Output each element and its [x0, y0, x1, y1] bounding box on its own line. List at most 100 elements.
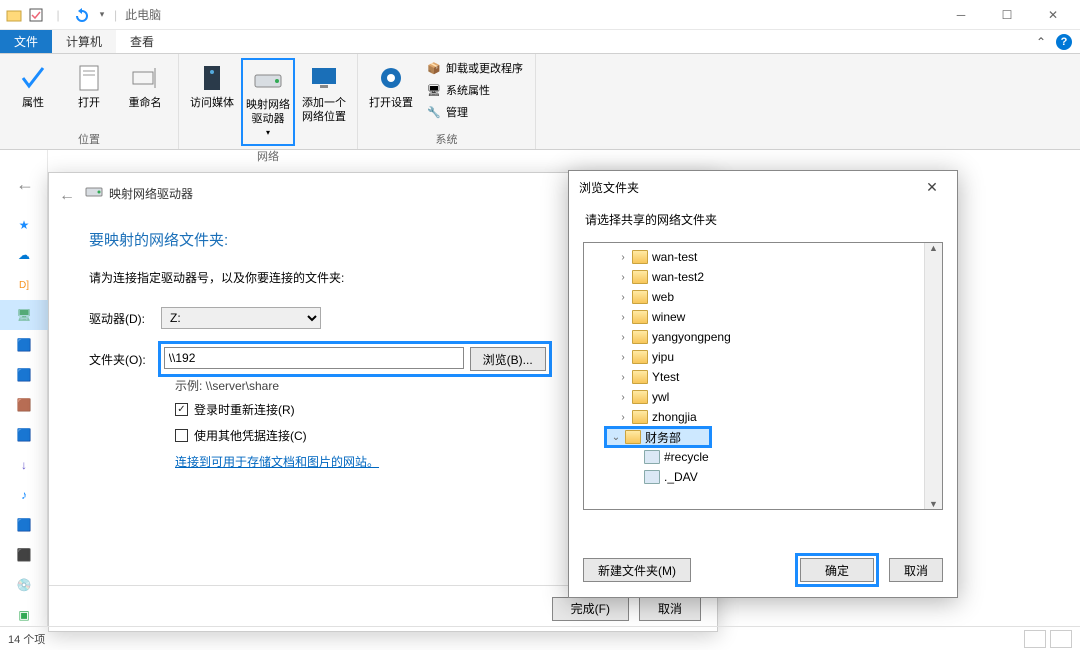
- ok-button[interactable]: 确定: [800, 558, 874, 582]
- scroll-up-icon[interactable]: ▲: [929, 243, 938, 253]
- tree-item[interactable]: ›winew: [584, 307, 924, 327]
- nav-item-icon[interactable]: ♪: [0, 480, 48, 510]
- scroll-down-icon[interactable]: ▼: [929, 499, 938, 509]
- statusbar: 14 个项: [0, 626, 1080, 650]
- nav-item-icon[interactable]: 🟦: [0, 360, 48, 390]
- scrollbar[interactable]: ▲▼: [924, 243, 942, 509]
- chevron-right-icon[interactable]: ›: [618, 332, 628, 343]
- folder-input[interactable]: [164, 347, 464, 369]
- undo-icon[interactable]: [70, 5, 90, 25]
- minimize-button[interactable]: ─: [938, 0, 984, 30]
- folder-input-group: 浏览(B)...: [158, 341, 552, 377]
- chevron-right-icon[interactable]: ›: [618, 312, 628, 323]
- nav-item-icon[interactable]: ⬛: [0, 540, 48, 570]
- sys-props-button[interactable]: 🖥系统属性: [420, 80, 529, 100]
- nav-item-icon[interactable]: ↓: [0, 450, 48, 480]
- other-creds-checkbox[interactable]: 使用其他凭据连接(C): [175, 427, 307, 444]
- folder-icon: [4, 5, 24, 25]
- chevron-right-icon[interactable]: ›: [618, 412, 628, 423]
- tree-item[interactable]: ›Ytest: [584, 367, 924, 387]
- checkbox-icon[interactable]: [26, 5, 46, 25]
- chevron-right-icon[interactable]: ›: [618, 352, 628, 363]
- reconnect-checkbox[interactable]: 登录时重新连接(R): [175, 401, 295, 418]
- wizard-heading: 要映射的网络文件夹:: [89, 229, 228, 250]
- rename-icon: [129, 62, 161, 94]
- cancel-button[interactable]: 取消: [889, 558, 943, 582]
- close-button[interactable]: ✕: [1030, 0, 1076, 30]
- ribbon-tabs: 文件 计算机 查看 ⌃ ?: [0, 30, 1080, 54]
- finish-button[interactable]: 完成(F): [552, 597, 629, 621]
- chevron-right-icon[interactable]: ›: [618, 292, 628, 303]
- dialog-title: 浏览文件夹: [579, 179, 639, 196]
- folder-icon: [632, 250, 648, 264]
- maximize-button[interactable]: ☐: [984, 0, 1030, 30]
- tree-item[interactable]: ›zhongjia: [584, 407, 924, 427]
- view-large-icon[interactable]: [1050, 630, 1072, 648]
- collapse-ribbon-icon[interactable]: ⌃: [1032, 33, 1050, 51]
- quick-access-toolbar: | ▾ |: [4, 5, 117, 25]
- nav-item-icon[interactable]: D]: [0, 270, 48, 300]
- open-settings-button[interactable]: 打开设置: [364, 58, 418, 129]
- thispc-icon[interactable]: 🖥: [0, 300, 48, 330]
- box-icon: 📦: [426, 60, 442, 76]
- folder-icon: [632, 330, 648, 344]
- folder-icon: [632, 270, 648, 284]
- nav-item-icon[interactable]: 🟫: [0, 390, 48, 420]
- properties-button[interactable]: 属性: [6, 58, 60, 129]
- onedrive-icon[interactable]: ☁: [0, 240, 48, 270]
- map-drive-button[interactable]: 映射网络驱动器▾: [241, 58, 295, 146]
- browse-folder-dialog: 浏览文件夹 ✕ 请选择共享的网络文件夹 ›wan-test›wan-test2›…: [568, 170, 958, 598]
- folder-tree: ›wan-test›wan-test2›web›winew›yangyongpe…: [583, 242, 943, 510]
- tree-item[interactable]: ›web: [584, 287, 924, 307]
- chevron-right-icon[interactable]: ›: [618, 372, 628, 383]
- tree-item[interactable]: #recycle: [584, 447, 924, 467]
- uninstall-button[interactable]: 📦卸载或更改程序: [420, 58, 529, 78]
- browse-button[interactable]: 浏览(B)...: [470, 347, 546, 371]
- nav-item-icon[interactable]: 🟦: [0, 330, 48, 360]
- window-title: 此电脑: [125, 6, 161, 23]
- wizard-back-icon[interactable]: ←: [59, 187, 75, 205]
- chevron-right-icon[interactable]: ›: [618, 252, 628, 263]
- open-button[interactable]: 打开: [62, 58, 116, 129]
- tree-item[interactable]: ›yipu: [584, 347, 924, 367]
- manage-button[interactable]: 🔧管理: [420, 102, 529, 122]
- nav-item-icon[interactable]: 💿: [0, 570, 48, 600]
- cancel-button[interactable]: 取消: [639, 597, 701, 621]
- checkmark-icon: [17, 62, 49, 94]
- chevron-down-icon[interactable]: ⌄: [611, 432, 621, 443]
- tree-item[interactable]: ›wan-test: [584, 247, 924, 267]
- close-icon[interactable]: ✕: [917, 179, 947, 196]
- tree-item-selected[interactable]: ⌄财务部: [584, 427, 924, 447]
- chevron-right-icon[interactable]: ›: [618, 392, 628, 403]
- tool-icon: 🔧: [426, 104, 442, 120]
- monitor-icon: [308, 62, 340, 94]
- gear-icon: [375, 62, 407, 94]
- quickaccess-icon[interactable]: ★: [0, 210, 48, 240]
- new-folder-button[interactable]: 新建文件夹(M): [583, 558, 691, 582]
- chevron-right-icon[interactable]: ›: [618, 272, 628, 283]
- tab-file[interactable]: 文件: [0, 30, 52, 53]
- dropdown-icon[interactable]: ▾: [92, 5, 112, 25]
- nav-item-icon[interactable]: 🟦: [0, 420, 48, 450]
- tab-view[interactable]: 查看: [116, 30, 168, 53]
- tree-item[interactable]: ._DAV: [584, 467, 924, 487]
- tree-item[interactable]: ›ywl: [584, 387, 924, 407]
- drive-select[interactable]: Z:: [161, 307, 321, 329]
- help-icon[interactable]: ?: [1056, 34, 1072, 50]
- document-icon: [73, 62, 105, 94]
- drive-label: 驱动器(D):: [89, 310, 145, 327]
- nav-item-icon[interactable]: 🟦: [0, 510, 48, 540]
- rename-button[interactable]: 重命名: [118, 58, 172, 129]
- access-media-button[interactable]: 访问媒体: [185, 58, 239, 146]
- add-netloc-button[interactable]: 添加一个网络位置: [297, 58, 351, 146]
- view-details-icon[interactable]: [1024, 630, 1046, 648]
- tree-item[interactable]: ›wan-test2: [584, 267, 924, 287]
- wizard-title: 映射网络驱动器: [109, 185, 193, 202]
- back-icon[interactable]: ←: [16, 174, 34, 195]
- tab-computer[interactable]: 计算机: [52, 30, 116, 53]
- folder-icon: [644, 450, 660, 464]
- folder-icon: [644, 470, 660, 484]
- folder-label: 文件夹(O):: [89, 351, 146, 368]
- tree-item[interactable]: ›yangyongpeng: [584, 327, 924, 347]
- storage-website-link[interactable]: 连接到可用于存储文档和图片的网站。: [175, 453, 379, 470]
